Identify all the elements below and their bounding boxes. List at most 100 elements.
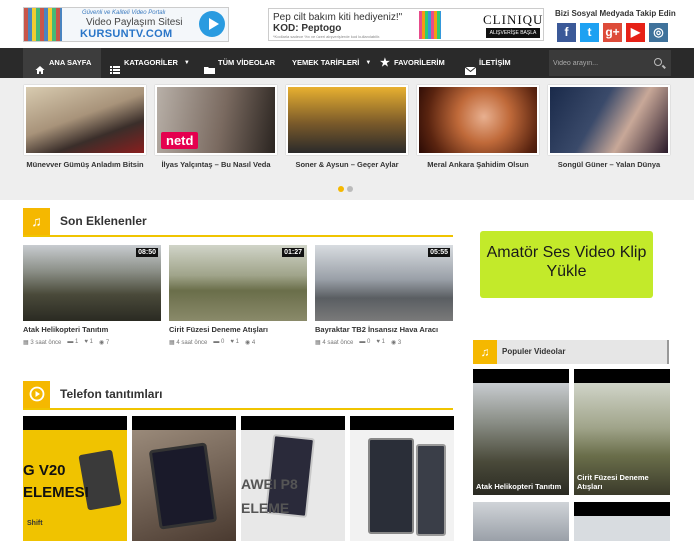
video-card[interactable]: 05:55 Bayraktar TB2 İnsansız Hava Aracı … <box>315 245 453 346</box>
calendar-icon: ▦ 4 saat önce <box>315 340 354 346</box>
ad-line2: KOD: Peptogo <box>273 23 342 34</box>
eye-icon: ◉ 3 <box>390 340 402 346</box>
site-header: Güvenli ve Kaliteli Video Portalı Video … <box>0 0 694 48</box>
video-duration: 08:50 <box>136 248 158 257</box>
netd-badge: netd <box>161 132 199 149</box>
slide-caption[interactable]: İlyas Yalçıntaş – Bu Nasıl Veda <box>155 160 277 169</box>
youtube-icon[interactable]: ▶ <box>626 23 645 42</box>
search-box <box>549 50 671 76</box>
popular-caption[interactable]: Cirit Füzesi Deneme Atışları <box>577 473 670 491</box>
featured-carousel: Münevver Gümüş Anladım Bitsin netd İlyas… <box>0 78 694 200</box>
facebook-icon[interactable]: f <box>557 23 576 42</box>
video-meta: ▦ 4 saat önce ▬ 0 ♥ 1 ◉ 4 <box>169 339 307 346</box>
popular-video-card[interactable]: Cirit Füzesi Deneme Atışları <box>574 369 670 495</box>
phone-thumb-logo: Shift <box>27 520 43 527</box>
phones-section-header: Telefon tanıtımları <box>23 380 453 410</box>
music-note-icon: ♫ <box>473 340 497 364</box>
phone-image <box>416 444 446 536</box>
nav-all-videos[interactable]: TÜM VİDEOLAR <box>204 48 275 78</box>
popular-video-card[interactable] <box>574 502 670 541</box>
ad-banner[interactable]: Pep cilt bakım kiti hediyeniz!" KOD: Pep… <box>268 8 544 41</box>
phone-thumb-text: G V20 <box>23 462 66 479</box>
carousel-dot[interactable] <box>338 186 344 192</box>
chevron-down-icon: ▼ <box>183 60 190 66</box>
video-thumbnail[interactable]: 05:55 <box>315 245 453 321</box>
popular-heading: Populer Videolar <box>502 347 566 356</box>
heart-icon: ♥ 1 <box>376 339 385 345</box>
carousel-slide[interactable]: netd İlyas Yalçıntaş – Bu Nasıl Veda <box>155 85 277 169</box>
flags-graphic <box>24 8 62 41</box>
search-icon[interactable] <box>654 58 662 66</box>
folder-icon <box>204 58 215 74</box>
slide-thumbnail[interactable]: netd <box>155 85 277 155</box>
play-circle-icon <box>23 380 50 408</box>
nav-contact-label: İLETİŞİM <box>479 58 511 67</box>
carousel-pagination <box>338 186 353 192</box>
google-plus-icon[interactable]: g+ <box>603 23 622 42</box>
upload-video-button[interactable]: Amatör Ses Video Klip Yükle <box>480 231 653 298</box>
nav-contact[interactable]: İLETİŞİM <box>464 48 511 78</box>
play-icon <box>199 11 225 37</box>
phone-video-thumbnail[interactable] <box>132 416 236 541</box>
nav-favorites[interactable]: ★ FAVORİLERİM <box>380 48 445 78</box>
video-thumbnail[interactable]: 08:50 <box>23 245 161 321</box>
nav-recipes-label: YEMEK TARİFLERİ <box>292 58 360 67</box>
carousel-slide[interactable]: Soner & Aysun – Geçer Aylar <box>286 85 408 169</box>
eye-icon: ◉ 7 <box>98 340 110 346</box>
list-icon <box>110 58 120 74</box>
video-card[interactable]: 08:50 Atak Helikopteri Tanıtım ▦ 3 saat … <box>23 245 161 346</box>
nav-favorites-label: FAVORİLERİM <box>394 58 445 67</box>
phone-image <box>148 442 218 530</box>
video-title[interactable]: Bayraktar TB2 İnsansız Hava Aracı <box>315 325 453 334</box>
carousel-slide[interactable]: Meral Ankara Şahidim Olsun <box>417 85 539 169</box>
popular-video-card[interactable]: Atak Helikopteri Tanıtım <box>473 369 569 495</box>
carousel-dot[interactable] <box>347 186 353 192</box>
popular-thumbnail <box>473 502 569 541</box>
ad-cta-button[interactable]: ALIŞVERİŞE BAŞLA <box>486 28 540 38</box>
slide-caption[interactable]: Soner & Aysun – Geçer Aylar <box>286 160 408 169</box>
video-thumbnail[interactable]: 01:27 <box>169 245 307 321</box>
phone-thumb-text: ELEME <box>241 500 290 516</box>
music-note-icon: ♫ <box>23 207 50 235</box>
phone-video-thumbnail[interactable]: G V20 ELEMESI Shift <box>23 416 127 541</box>
phone-video-thumbnail[interactable] <box>350 416 454 541</box>
popular-video-card[interactable] <box>473 502 569 541</box>
carousel-slide[interactable]: Songül Güner – Yalan Dünya <box>548 85 670 169</box>
carousel-slide[interactable]: Münevver Gümüş Anladım Bitsin <box>24 85 146 169</box>
video-card[interactable]: 01:27 Cirit Füzesi Deneme Atışları ▦ 4 s… <box>169 245 307 346</box>
video-meta: ▦ 4 saat önce ▬ 0 ♥ 1 ◉ 3 <box>315 339 453 346</box>
social-links: f t g+ ▶ ◎ <box>557 23 668 42</box>
nav-categories[interactable]: KATAGORİLER ▼ <box>110 48 190 78</box>
comment-icon: ▬ 0 <box>359 339 371 345</box>
logo-line2: KURSUNTV.COM <box>80 28 173 40</box>
slide-thumbnail[interactable] <box>24 85 146 155</box>
slide-caption[interactable]: Meral Ankara Şahidim Olsun <box>417 160 539 169</box>
video-title[interactable]: Cirit Füzesi Deneme Atışları <box>169 325 307 334</box>
nav-home[interactable]: ANA SAYFA <box>23 48 102 78</box>
logo-tagline: Güvenli ve Kaliteli Video Portalı <box>82 10 166 16</box>
video-meta: ▦ 3 saat önce ▬ 1 ♥ 1 ◉ 7 <box>23 339 161 346</box>
comment-icon: ▬ 0 <box>213 339 225 345</box>
slide-caption[interactable]: Münevver Gümüş Anladım Bitsin <box>24 160 146 169</box>
popular-thumbnail <box>574 502 670 541</box>
ad-fineprint: *Kodlarla sadece %x ve üzeri alışverişle… <box>273 34 381 39</box>
video-title[interactable]: Atak Helikopteri Tanıtım <box>23 325 161 334</box>
site-logo[interactable]: Güvenli ve Kaliteli Video Portalı Video … <box>23 7 229 42</box>
heart-icon: ♥ 1 <box>84 339 93 345</box>
video-duration: 05:55 <box>428 248 450 257</box>
phone-thumb-text: ELEMESI <box>23 484 89 501</box>
recent-section-header: ♫ Son Eklenenler <box>23 207 453 237</box>
search-input[interactable] <box>553 53 648 73</box>
slide-thumbnail[interactable] <box>548 85 670 155</box>
popular-section-header: ♫ Populer Videolar <box>473 340 669 364</box>
logo-line1: Video Paylaşım Sitesi <box>86 17 183 28</box>
slide-thumbnail[interactable] <box>286 85 408 155</box>
nav-recipes[interactable]: YEMEK TARİFLERİ ▼ <box>292 48 371 78</box>
phone-image <box>368 438 414 534</box>
popular-caption[interactable]: Atak Helikopteri Tanıtım <box>476 482 561 491</box>
twitter-icon[interactable]: t <box>580 23 599 42</box>
slide-caption[interactable]: Songül Güner – Yalan Dünya <box>548 160 670 169</box>
instagram-icon[interactable]: ◎ <box>649 23 668 42</box>
slide-thumbnail[interactable] <box>417 85 539 155</box>
phone-video-thumbnail[interactable]: AWEI P8 ELEME <box>241 416 345 541</box>
